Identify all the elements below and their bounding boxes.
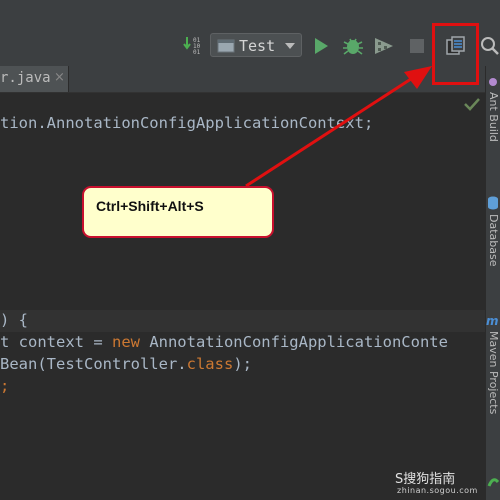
svg-text:01: 01 <box>193 49 201 54</box>
run-configuration-label: Test <box>239 37 276 55</box>
code-line-method: ) { <box>0 311 28 329</box>
svg-text:m: m <box>486 314 499 326</box>
editor-tab-bar: r.java × <box>0 66 485 93</box>
database-icon <box>488 196 498 210</box>
code-line-context: t context = new AnnotationConfigApplicat… <box>0 333 448 351</box>
search-icon[interactable] <box>480 36 500 56</box>
shortcut-text: Ctrl+Shift+Alt+S <box>96 198 204 214</box>
code-line-semicolon: ; <box>0 377 10 395</box>
sidebar-item-database[interactable]: Database <box>487 214 500 267</box>
watermark-url: zhinan.sogou.com <box>397 486 478 495</box>
right-tool-strip: Ant Build Database m Maven Projects <box>485 66 500 500</box>
run-icon[interactable] <box>313 37 329 55</box>
application-icon <box>217 39 235 53</box>
coverage-icon[interactable] <box>374 37 394 55</box>
code-line-import: tion.AnnotationConfigApplicationContext; <box>0 114 374 132</box>
sidebar-item-maven-projects[interactable]: Maven Projects <box>487 331 500 414</box>
tab-label: r.java <box>0 70 51 86</box>
maven-icon: m <box>486 314 499 326</box>
ant-icon <box>489 78 497 86</box>
highlight-box <box>432 23 479 85</box>
chevron-down-icon <box>285 43 295 49</box>
check-icon <box>464 98 480 111</box>
gradle-icon <box>487 478 499 487</box>
debug-icon[interactable] <box>342 36 364 56</box>
code-line-getbean: Bean(TestController.class); <box>0 355 252 373</box>
code-editor[interactable]: tion.AnnotationConfigApplicationContext;… <box>0 93 485 500</box>
main-toolbar: 01 10 01 Test <box>0 0 500 67</box>
stop-icon[interactable] <box>409 38 425 54</box>
caret-line-highlight <box>0 310 485 332</box>
make-icon[interactable]: 01 10 01 <box>183 36 205 54</box>
run-configuration-dropdown[interactable]: Test <box>210 33 302 57</box>
watermark-logo: S搜狗指南 <box>395 472 456 487</box>
tab-java-file[interactable]: r.java × <box>0 66 69 92</box>
close-icon[interactable]: × <box>54 70 65 85</box>
sidebar-item-ant-build[interactable]: Ant Build <box>487 92 500 142</box>
shortcut-callout: Ctrl+Shift+Alt+S <box>82 186 274 238</box>
